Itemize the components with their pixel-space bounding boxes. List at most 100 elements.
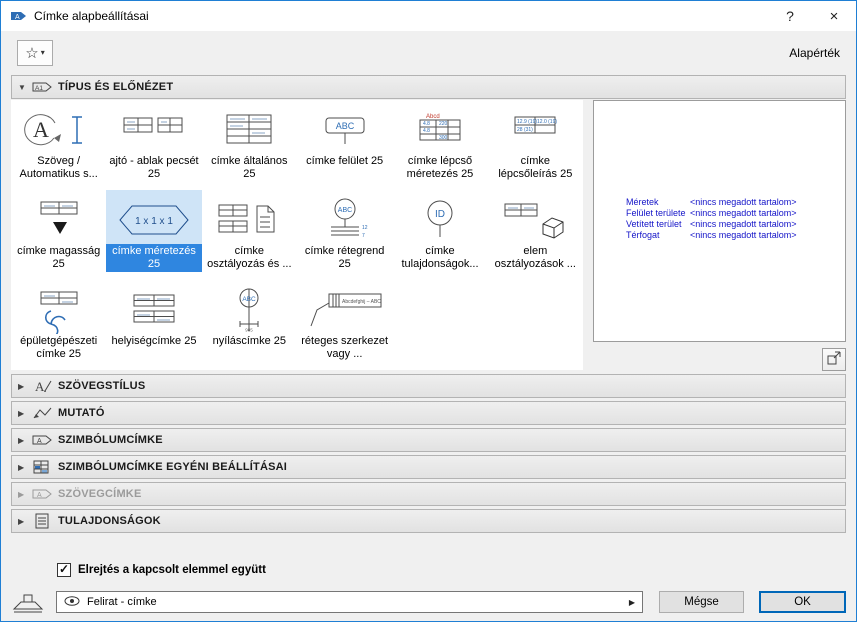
- hide-with-linked-checkbox[interactable]: ✓: [57, 563, 71, 577]
- section-header-mutato[interactable]: ▶ MUTATÓ: [11, 401, 846, 425]
- grid-item-label: címke magasság 25: [17, 245, 101, 270]
- text-style-icon: A: [32, 378, 58, 394]
- grid-item-door-window-stamp[interactable]: ajtó - ablak pecsét 25: [106, 100, 201, 190]
- label-properties-icon: ID: [392, 190, 487, 244]
- close-button[interactable]: ×: [812, 1, 856, 31]
- element-settings-icon: [11, 591, 47, 613]
- section-label: SZÖVEGSTÍLUS: [58, 380, 146, 392]
- grid-item-label: címke lépcsőleírás 25: [498, 155, 573, 180]
- svg-text:A: A: [37, 438, 42, 445]
- grid-item-room-label[interactable]: helyiségcímke 25: [106, 280, 201, 370]
- svg-text:A: A: [35, 379, 45, 394]
- label-dimension-icon: 1 x 1 x 1: [106, 190, 202, 244]
- section-header-tulajdonsagok[interactable]: ▶ TULAJDONSÁGOK: [11, 509, 846, 533]
- section-label: TÍPUS ÉS ELŐNÉZET: [58, 81, 174, 93]
- grid-item-label-layer-order[interactable]: ABC 12 7 címke rétegrend 25: [297, 190, 392, 280]
- grid-item-label-height[interactable]: címke magasság 25: [11, 190, 106, 280]
- window-title: Címke alapbeállításai: [34, 9, 149, 23]
- grid-item-label-properties[interactable]: ID címke tulajdonságok...: [392, 190, 487, 280]
- label-picker-dropdown[interactable]: Felirat - címke ▶: [56, 591, 643, 613]
- grid-item-label-stair-dimension[interactable]: Abcd 4.8 220 4.8 300 címke lépcső méretezés…: [392, 100, 487, 190]
- properties-list-icon: [32, 513, 58, 529]
- svg-text:7: 7: [362, 233, 365, 239]
- grid-item-label: címke tulajdonságok...: [401, 245, 479, 270]
- grid-item-label-classification[interactable]: címke osztályozás és ...: [202, 190, 297, 280]
- preview-field-name: Vetített terület: [626, 219, 682, 229]
- grid-item-label-stair-description[interactable]: 12.9 (19) 12.0 (19) 28 (31) címke lépcsőle…: [488, 100, 583, 190]
- svg-text:300: 300: [439, 135, 448, 141]
- preview-field-name: Felület területe: [626, 208, 686, 218]
- svg-text:985: 985: [246, 328, 254, 333]
- collapse-arrow-icon: ▶: [18, 381, 25, 391]
- grid-item-label: címke osztályozás és ...: [207, 245, 292, 270]
- cancel-button[interactable]: Mégse: [659, 591, 744, 613]
- svg-text:Abcd: Abcd: [426, 114, 440, 120]
- grid-item-label-surface[interactable]: ABC címke felület 25: [297, 100, 392, 190]
- grid-item-label: címke lépcső méretezés 25: [406, 155, 474, 180]
- svg-text:A: A: [33, 117, 49, 142]
- help-button[interactable]: ?: [768, 1, 812, 31]
- section-header-szimbolumcimke-egyeni[interactable]: ▶ SZIMBÓLUMCÍMKE EGYÉNI BEÁLLÍTÁSAI: [11, 455, 846, 479]
- star-icon: ☆: [25, 44, 39, 62]
- section-label: MUTATÓ: [58, 407, 105, 419]
- text-autotext-icon: A: [11, 100, 106, 154]
- preview-field-value: <nincs megadott tartalom>: [690, 208, 797, 218]
- grid-item-text-autotext[interactable]: A Szöveg / Automatikus s...: [11, 100, 106, 190]
- svg-text:12.0 (19): 12.0 (19): [537, 119, 557, 125]
- grid-item-opening-label[interactable]: ABC 985 nyíláscímke 25: [202, 280, 297, 370]
- svg-text:ABC: ABC: [337, 207, 351, 214]
- label-default-settings-dialog: A Címke alapbeállításai ? × ☆ ▾ Alapérté…: [0, 0, 857, 622]
- grid-item-label-dimension[interactable]: 1 x 1 x 1 címke méretezés 25: [106, 190, 202, 280]
- titlebar-buttons: ? ×: [768, 1, 856, 31]
- grid-item-label: címke felület 25: [306, 155, 384, 167]
- preview-field-value: <nincs megadott tartalom>: [690, 197, 797, 207]
- collapse-arrow-icon: ▶: [18, 462, 25, 472]
- label-tool-icon: A: [10, 8, 28, 24]
- section-label: TULAJDONSÁGOK: [58, 515, 161, 527]
- svg-text:A: A: [15, 14, 20, 21]
- section-header-tipus-es-elonezet[interactable]: ▼ A1 TÍPUS ÉS ELŐNÉZET: [11, 75, 846, 99]
- preview-field-name: Méretek: [626, 197, 659, 207]
- section-label: SZIMBÓLUMCÍMKE EGYÉNI BEÁLLÍTÁSAI: [58, 461, 288, 473]
- pointer-line-icon: [32, 405, 58, 421]
- door-window-stamp-icon: [106, 100, 201, 154]
- svg-text:ABC: ABC: [335, 121, 354, 131]
- flyout-arrow-icon: ▶: [628, 597, 635, 607]
- collapsed-sections: ▶ A SZÖVEGSTÍLUS ▶ MUTATÓ ▶ A SZIMBÓLUMC…: [1, 374, 856, 533]
- preview-panel: Méretek <nincs megadott tartalom> Felület…: [593, 100, 846, 342]
- svg-text:12: 12: [362, 225, 368, 231]
- grid-item-label-general[interactable]: címke általános 25: [202, 100, 297, 190]
- collapse-arrow-icon: ▶: [18, 408, 25, 418]
- svg-text:A: A: [37, 492, 42, 499]
- grid-item-label: ajtó - ablak pecsét 25: [109, 155, 199, 180]
- chevron-down-icon: ▾: [40, 48, 45, 57]
- label-classification-icon: [202, 190, 297, 244]
- favorites-button[interactable]: ☆ ▾: [17, 40, 53, 66]
- picker-value: Felirat - címke: [87, 596, 157, 608]
- grid-item-mep-label[interactable]: épületgépészeti címke 25: [11, 280, 106, 370]
- section-header-szimbolumcimke[interactable]: ▶ A SZIMBÓLUMCÍMKE: [11, 428, 846, 452]
- grid-item-element-classifications[interactable]: elem osztályozások ...: [488, 190, 583, 280]
- hide-with-linked-row: ✓ Elrejtés a kapcsolt elemmel együtt: [57, 563, 856, 577]
- toolbar: ☆ ▾ Alapérték: [17, 39, 840, 67]
- collapse-arrow-icon: ▶: [18, 435, 25, 445]
- room-label-icon: [106, 280, 201, 334]
- custom-settings-grid-icon: [32, 459, 58, 475]
- ok-button[interactable]: OK: [759, 591, 846, 613]
- bottom-bar: Felirat - címke ▶ Mégse OK: [11, 591, 846, 613]
- preview-row: Méretek <nincs megadott tartalom>: [626, 197, 797, 208]
- svg-text:1 x 1 x 1: 1 x 1 x 1: [135, 216, 173, 227]
- mep-label-icon: [11, 280, 106, 334]
- label-layer-order-icon: ABC 12 7: [297, 190, 392, 244]
- element-classifications-icon: [488, 190, 583, 244]
- section-header-szovegstilus[interactable]: ▶ A SZÖVEGSTÍLUS: [11, 374, 846, 398]
- grid-item-composite-structure-label[interactable]: Abcdefghij – ABC réteges szerkezet vagy …: [297, 280, 392, 370]
- checkmark-icon: ✓: [58, 562, 70, 576]
- preview-field-value: <nincs megadott tartalom>: [690, 230, 797, 240]
- svg-text:ID: ID: [435, 209, 445, 220]
- preview-popout-button[interactable]: [822, 348, 846, 371]
- type-preview-content: A Szöveg / Automatikus s... ajtó - ablak…: [11, 100, 846, 371]
- titlebar[interactable]: A Címke alapbeállításai ? ×: [1, 1, 856, 31]
- collapse-arrow-icon: ▶: [18, 516, 25, 526]
- svg-text:ABC: ABC: [243, 296, 257, 303]
